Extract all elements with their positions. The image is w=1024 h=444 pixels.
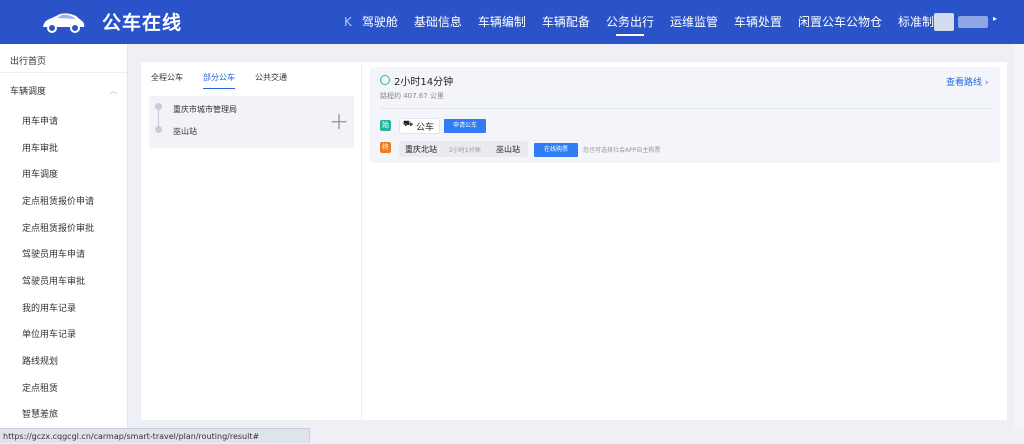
- car-logo-icon: [43, 13, 85, 33]
- sidebar-item[interactable]: 用车申请: [22, 114, 149, 127]
- travel-mode-tabs: 全程公车 部分公车 公共交通: [151, 72, 307, 89]
- tab-full-official-car[interactable]: 全程公车: [151, 72, 183, 89]
- nav-item-ops-monitor[interactable]: 运维监管: [670, 0, 718, 44]
- train-arrival-station: 巫山站: [496, 145, 520, 154]
- start-badge: 始: [380, 120, 391, 131]
- sidebar-item[interactable]: 单位用车记录: [22, 327, 149, 340]
- nav-item-idle-warehouse[interactable]: 闲置公车公物仓: [798, 0, 882, 44]
- apply-official-car-button[interactable]: 申请公车: [444, 119, 486, 133]
- sidebar-group-dispatch[interactable]: 车辆调度: [10, 84, 137, 97]
- nav-item-official-travel[interactable]: 公务出行: [606, 0, 654, 44]
- sidebar-item[interactable]: 定点租赁报价审批: [22, 221, 149, 234]
- destination-dot-icon: [155, 126, 162, 133]
- total-distance: 路程约 407.67 公里: [380, 92, 444, 100]
- official-car-chip: ⛟ 公车: [399, 118, 440, 134]
- avatar[interactable]: [934, 13, 954, 31]
- route-result-card: 2小时14分钟 路程约 407.67 公里 查看路线 › 始 ⛟ 公车 申请公车…: [370, 67, 1000, 163]
- view-route-link[interactable]: 查看路线 ›: [946, 75, 988, 88]
- total-duration: 2小时14分钟: [394, 77, 454, 88]
- chevron-up-icon[interactable]: ︿: [110, 86, 117, 96]
- sidebar-item[interactable]: 用车调度: [22, 167, 149, 180]
- main-nav: K 驾驶舱 基础信息 车辆编制 车辆配备 公务出行 运维监管 车辆处置 闲置公车…: [344, 0, 962, 44]
- sidebar-item[interactable]: 驾驶员用车申请: [22, 247, 149, 260]
- sidebar-item-travel-home[interactable]: 出行首页: [10, 54, 137, 67]
- sidebar-item[interactable]: 路线规划: [22, 354, 149, 367]
- train-departure-station: 重庆北站: [405, 145, 437, 154]
- car-label: 公车: [416, 123, 435, 133]
- status-url-bar: https://gczx.cqgcgl.cn/carmap/smart-trav…: [0, 428, 310, 443]
- sidebar-item[interactable]: 驾驶员用车审批: [22, 274, 149, 287]
- page-scrollbar[interactable]: [1014, 44, 1024, 428]
- username-blurred[interactable]: [958, 16, 988, 28]
- collapse-icon[interactable]: K: [344, 15, 352, 29]
- origin-dot-icon: [155, 103, 162, 110]
- nav-item-vehicle-disposal[interactable]: 车辆处置: [734, 0, 782, 44]
- sidebar-item[interactable]: 我的用车记录: [22, 301, 149, 314]
- nav-item-basic-info[interactable]: 基础信息: [414, 0, 462, 44]
- nav-item-cockpit[interactable]: 驾驶舱: [362, 0, 398, 44]
- tab-partial-official-car[interactable]: 部分公车: [203, 72, 235, 89]
- result-divider: [380, 108, 992, 109]
- buy-ticket-button[interactable]: 在线购票: [534, 143, 578, 157]
- panel-divider: [361, 62, 362, 420]
- add-waypoint-icon[interactable]: ＋: [329, 106, 349, 135]
- top-navigation-bar: 公车在线 K 驾驶舱 基础信息 车辆编制 车辆配备 公务出行 运维监管 车辆处置…: [0, 0, 1024, 44]
- nav-item-vehicle-quota[interactable]: 车辆编制: [478, 0, 526, 44]
- sidebar: 出行首页 车辆调度 ︿ 用车申请 用车审批 用车调度 定点租赁报价申请 定点租赁…: [0, 44, 128, 428]
- clock-icon: [380, 75, 390, 85]
- sidebar-divider: [0, 72, 127, 73]
- route-input-box: 重庆市城市管理局 巫山站 ＋: [149, 96, 354, 148]
- app-title: 公车在线: [102, 12, 183, 34]
- tab-public-transport[interactable]: 公共交通: [255, 72, 287, 89]
- car-icon: ⛟: [403, 119, 414, 128]
- sidebar-item[interactable]: 用车审批: [22, 141, 149, 154]
- user-menu-caret-icon[interactable]: ▸: [993, 14, 997, 23]
- nav-item-vehicle-allocation[interactable]: 车辆配备: [542, 0, 590, 44]
- end-badge: 终: [380, 142, 391, 153]
- main-panel: 全程公车 部分公车 公共交通 重庆市城市管理局 巫山站 ＋ 2小时14分钟 路程…: [141, 62, 1007, 420]
- destination-field[interactable]: 巫山站: [173, 126, 197, 137]
- origin-field[interactable]: 重庆市城市管理局: [173, 104, 237, 115]
- train-duration: 2小时1分钟: [449, 147, 481, 154]
- sidebar-item[interactable]: 定点租赁报价申请: [22, 194, 149, 207]
- ticket-note: 您也可选择社会APP自主购票: [583, 147, 661, 154]
- train-segment-chip: 重庆北站 2小时1分钟 巫山站: [399, 141, 528, 157]
- sidebar-item[interactable]: 定点租赁: [22, 381, 149, 394]
- sidebar-item[interactable]: 智慧差旅: [22, 407, 149, 420]
